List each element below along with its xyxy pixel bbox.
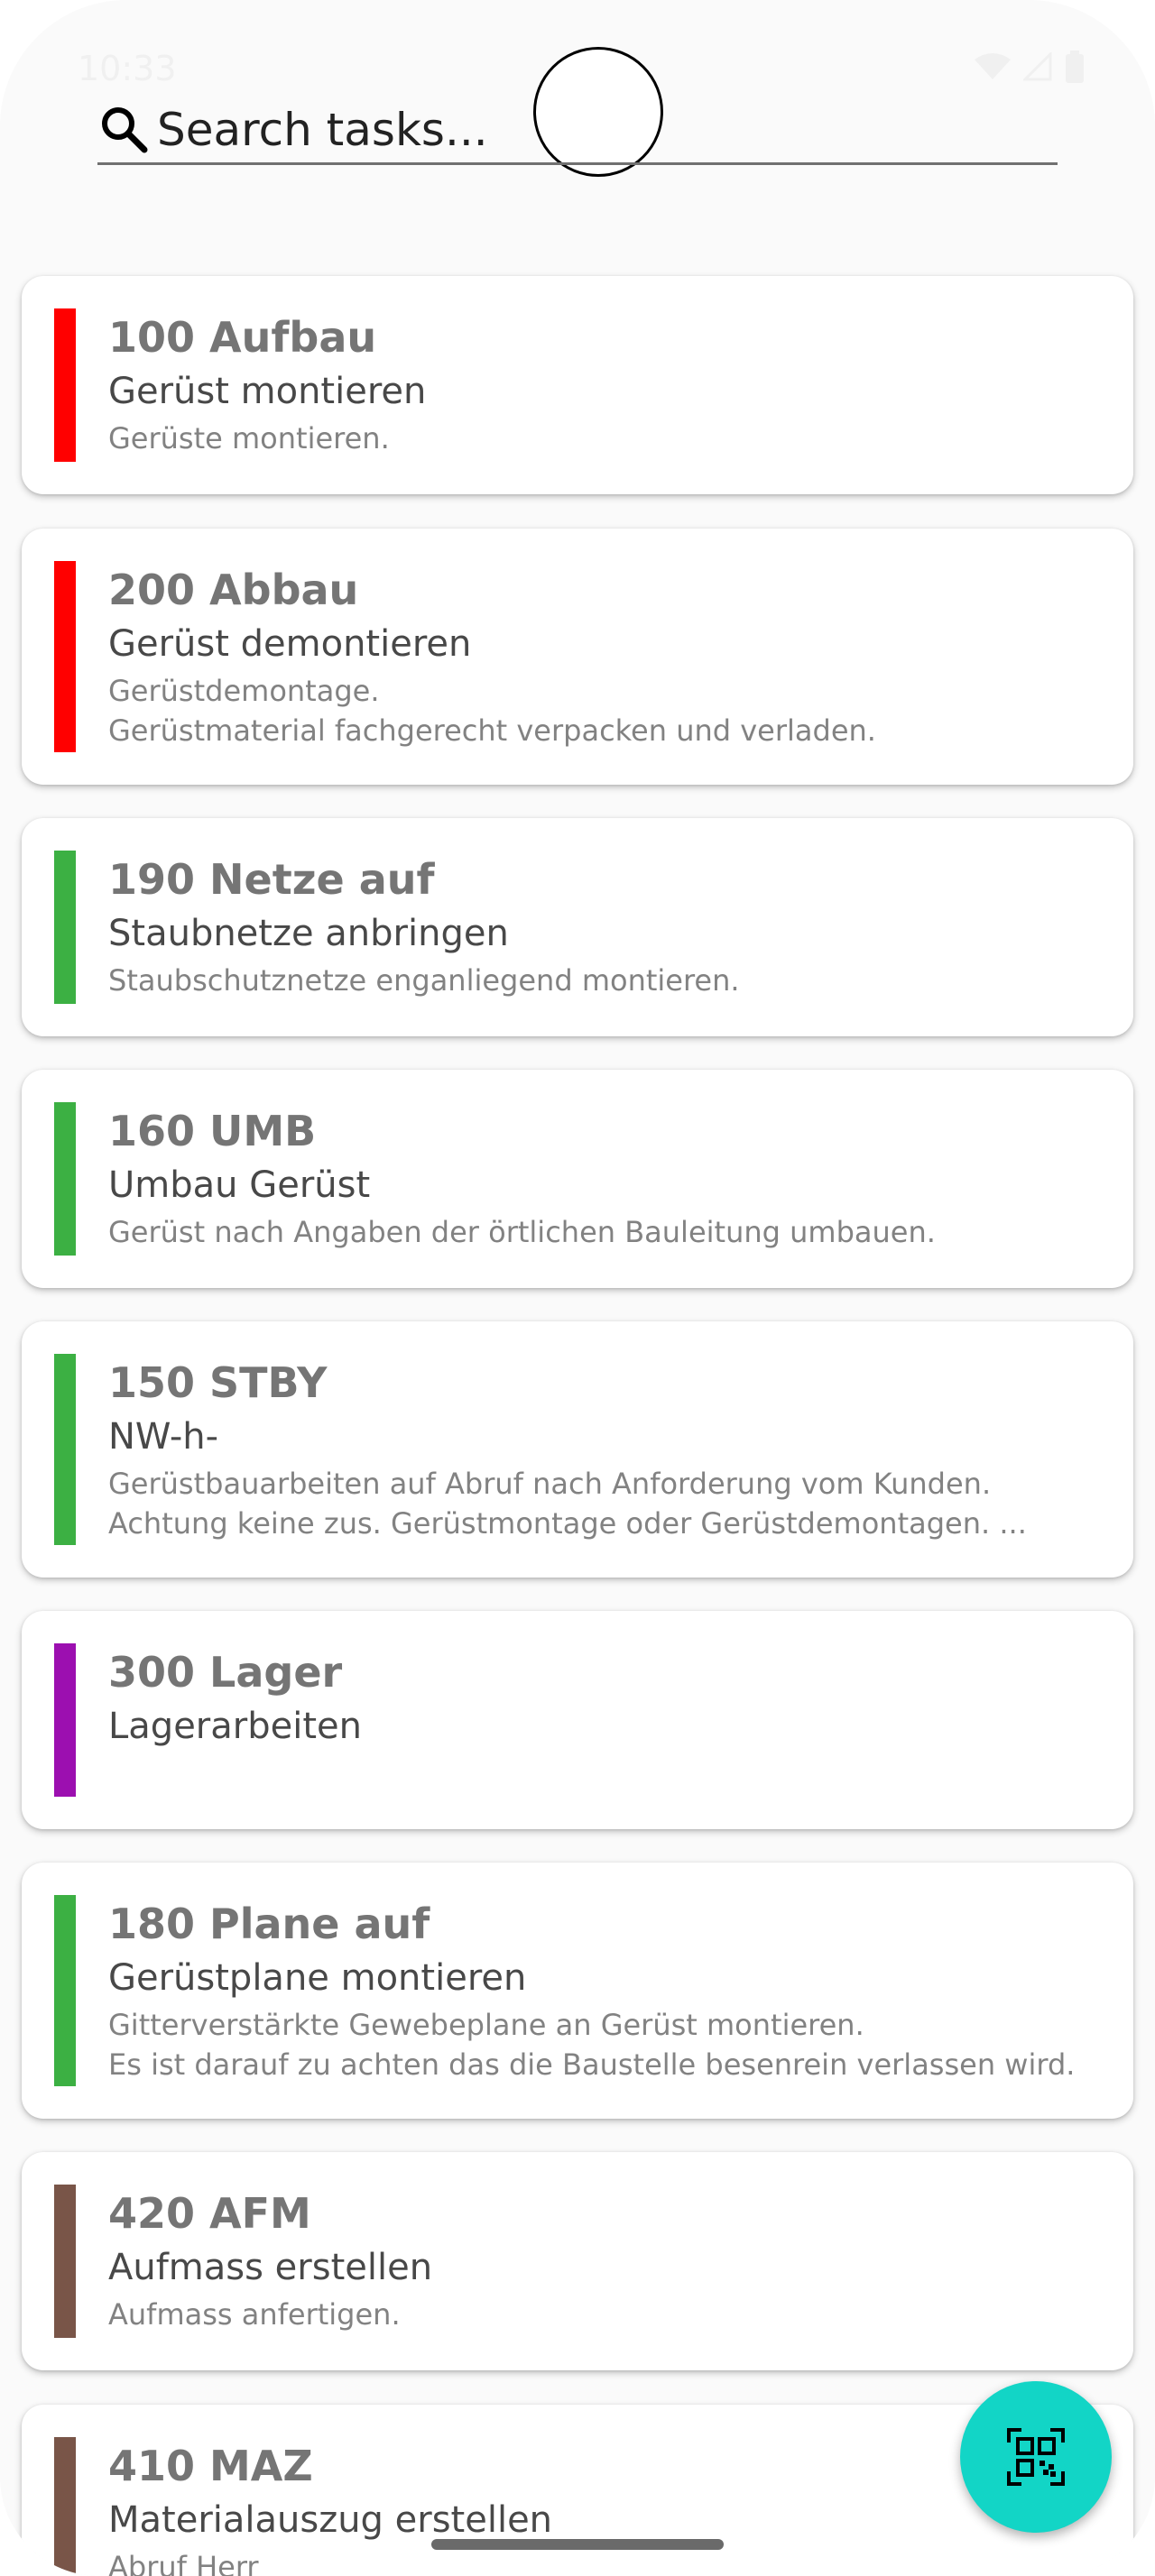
search-icon [102, 107, 148, 153]
qr-code-scan-icon [1007, 2428, 1065, 2486]
task-color-bar [54, 2185, 76, 2338]
task-color-bar [54, 561, 76, 752]
task-description: Gerüstdemontage. Gerüstmaterial fachgere… [108, 674, 876, 748]
task-color-bar [54, 1895, 76, 2086]
task-card[interactable]: 150 STBY NW-h- Gerüstbauarbeiten auf Abr… [22, 1321, 1133, 1578]
search-input[interactable] [157, 104, 1058, 156]
task-description: Aufmass anfertigen. [108, 2297, 401, 2332]
task-color-bar [54, 1102, 76, 1256]
task-card[interactable]: 180 Plane auf Gerüstplane montieren Gitt… [22, 1863, 1133, 2119]
wifi-icon [975, 53, 1011, 79]
battery-icon [1066, 51, 1084, 83]
task-color-bar [54, 308, 76, 462]
task-description: Gerüstbauarbeiten auf Abruf nach Anforde… [108, 1467, 1027, 1541]
task-color-bar [54, 1354, 76, 1545]
task-card[interactable]: 420 AFM Aufmass erstellen Aufmass anfert… [22, 2152, 1133, 2370]
task-title: 200 Abbau [108, 566, 359, 614]
task-title: 150 STBY [108, 1358, 328, 1407]
task-subtitle: Gerüst demontieren [108, 623, 472, 665]
task-card[interactable]: 160 UMB Umbau Gerüst Gerüst nach Angaben… [22, 1070, 1133, 1288]
cellular-signal-icon [1023, 52, 1052, 81]
task-title: 180 Plane auf [108, 1900, 430, 1948]
task-title: 190 Netze auf [108, 855, 435, 904]
search-bar[interactable] [97, 97, 1058, 165]
task-subtitle: Lagerarbeiten [108, 1706, 362, 1747]
status-icons [975, 51, 1085, 83]
task-title: 420 AFM [108, 2189, 311, 2238]
task-subtitle: NW-h- [108, 1416, 219, 1458]
task-title: 410 MAZ [108, 2442, 313, 2490]
task-description: Staubschutznetze enganliegend montieren. [108, 963, 740, 998]
task-title: 300 Lager [108, 1648, 343, 1697]
task-description: Gerüste montieren. [108, 421, 390, 455]
phone-screen: 10:33 100 Aufbau Gerüst monti [0, 0, 1155, 2576]
task-description: Gitterverstärkte Gewebeplane an Gerüst m… [108, 2008, 1076, 2082]
task-title: 160 UMB [108, 1107, 317, 1155]
gesture-nav-handle[interactable] [431, 2539, 724, 2550]
task-subtitle: Gerüst montieren [108, 371, 427, 412]
task-subtitle: Staubnetze anbringen [108, 913, 509, 954]
task-subtitle: Umbau Gerüst [108, 1164, 371, 1206]
task-color-bar [54, 2437, 76, 2576]
task-subtitle: Gerüstplane montieren [108, 1957, 527, 1999]
task-card[interactable]: 300 Lager Lagerarbeiten [22, 1611, 1133, 1829]
task-card[interactable]: 190 Netze auf Staubnetze anbringen Staub… [22, 818, 1133, 1036]
task-description: Abruf Herr [108, 2550, 259, 2576]
scan-qr-button[interactable] [960, 2381, 1112, 2533]
task-title: 100 Aufbau [108, 313, 377, 362]
status-time: 10:33 [78, 49, 177, 88]
task-subtitle: Aufmass erstellen [108, 2247, 433, 2288]
task-card[interactable]: 200 Abbau Gerüst demontieren Gerüstdemon… [22, 529, 1133, 785]
task-description: Gerüst nach Angaben der örtlichen Baulei… [108, 1215, 936, 1249]
task-color-bar [54, 851, 76, 1004]
task-color-bar [54, 1643, 76, 1797]
task-card[interactable]: 100 Aufbau Gerüst montieren Gerüste mont… [22, 276, 1133, 494]
